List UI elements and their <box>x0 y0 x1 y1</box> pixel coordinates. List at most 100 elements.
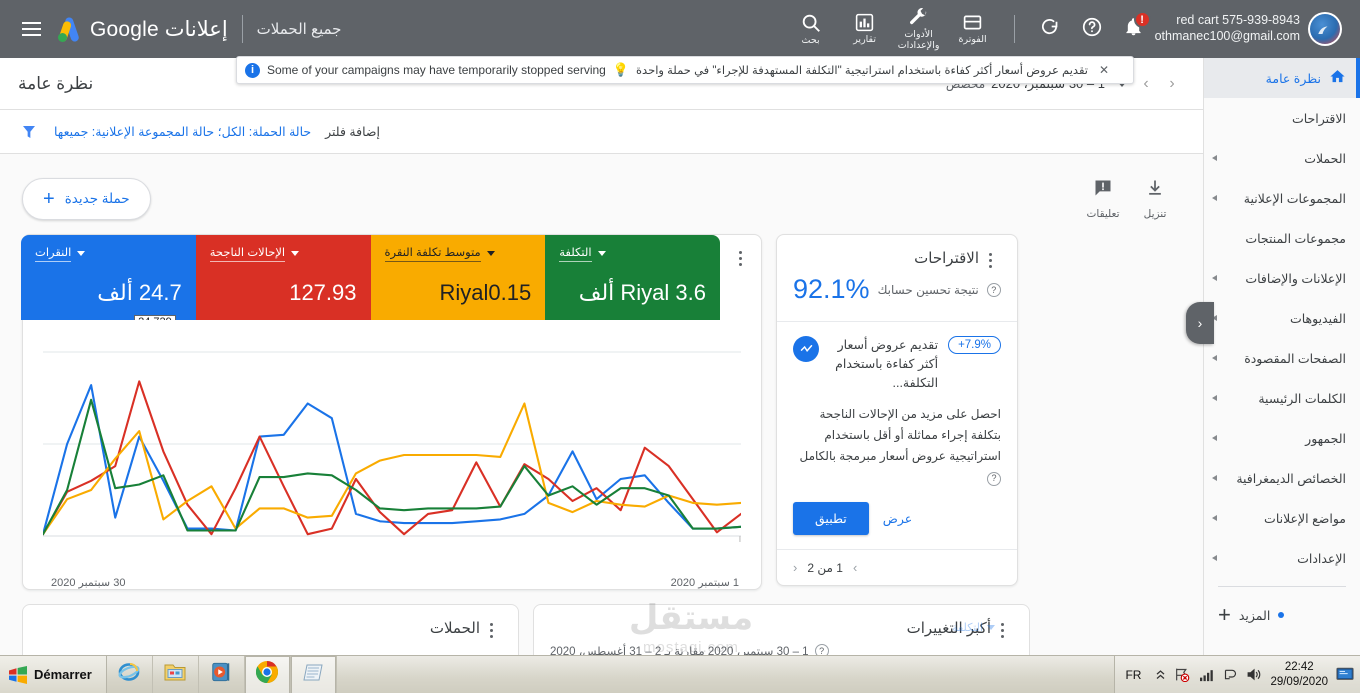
expand-arrow-icon[interactable] <box>1212 475 1217 481</box>
help-question-icon[interactable]: ? <box>986 282 1001 297</box>
comments-button[interactable]: تعليقات <box>1077 178 1129 220</box>
notepad-icon <box>301 661 325 688</box>
search-button[interactable]: بحث <box>784 2 838 56</box>
expand-arrow-icon[interactable] <box>1212 395 1217 401</box>
sidebar-item-2[interactable]: الحملات <box>1204 138 1360 178</box>
signal-bars-icon[interactable] <box>1199 668 1215 682</box>
biggest-changes-metric-selector[interactable]: التكلفة <box>952 621 995 634</box>
expand-arrow-icon[interactable] <box>1212 275 1217 281</box>
apply-button[interactable]: تطبيق <box>793 502 869 536</box>
caret-down-icon[interactable] <box>597 251 606 256</box>
expand-arrow-icon[interactable] <box>1212 195 1217 201</box>
caret-down-icon[interactable] <box>77 251 86 256</box>
sidebar-more-button[interactable]: + المزيد <box>1204 595 1360 635</box>
expand-arrow-icon[interactable] <box>1212 555 1217 561</box>
help-button[interactable] <box>1071 8 1113 50</box>
content-toolbar: + حملة جديدة تعليقات تنزيل <box>0 154 1203 234</box>
suggestion-headline: تقديم عروض أسعار أكثر كفاءة باستخدام الت… <box>835 338 939 390</box>
optimization-score: 92.1% نتيجة تحسين حسابك ? <box>777 268 1017 321</box>
chevron-prev-icon[interactable]: ‹ <box>1159 71 1185 97</box>
sidebar-item-12[interactable]: الإعدادات <box>1204 538 1360 578</box>
brand-title: إعلانات Google <box>90 17 228 41</box>
caret-down-icon[interactable] <box>987 625 995 630</box>
chevrons-up-icon[interactable] <box>1155 668 1166 682</box>
start-button[interactable]: Démarrer <box>0 655 107 693</box>
chevron-next-icon[interactable]: › <box>853 560 857 575</box>
expand-arrow-icon[interactable] <box>1212 515 1217 521</box>
taskbar-file-explorer[interactable] <box>153 655 199 693</box>
display-icon[interactable] <box>1336 667 1354 682</box>
start-button-label: Démarrer <box>34 667 92 682</box>
language-indicator[interactable]: FR <box>1125 668 1141 682</box>
add-filter-button[interactable]: إضافة فلتر <box>325 124 380 139</box>
new-campaign-button[interactable]: + حملة جديدة <box>22 178 151 220</box>
chart-svg <box>43 351 741 542</box>
reports-button[interactable]: تقارير <box>838 2 892 56</box>
more-options-icon[interactable] <box>729 247 751 266</box>
chevron-collapse-icon[interactable]: ‹ <box>1186 302 1214 344</box>
notice-english-text: Some of your campaigns may have temporar… <box>267 63 606 77</box>
expand-arrow-icon[interactable] <box>1212 155 1217 161</box>
chevron-prev-icon[interactable]: ‹ <box>793 560 797 575</box>
caret-down-icon[interactable] <box>291 251 300 256</box>
help-question-icon[interactable]: ? <box>987 472 1001 487</box>
all-campaigns-label[interactable]: جميع الحملات <box>257 20 342 38</box>
x-axis-end-label: 1 سبتمبر 2020 <box>670 577 739 589</box>
sidebar-item-10[interactable]: الخصائص الديمغرافية <box>1204 458 1360 498</box>
wrench-icon <box>908 7 929 28</box>
biggest-changes-metric-label: التكلفة <box>952 622 983 634</box>
search-icon <box>800 12 822 34</box>
sidebar-item-4[interactable]: مجموعات المنتجات <box>1204 218 1360 258</box>
comments-label: تعليقات <box>1086 208 1120 220</box>
kpi-avg-cpc[interactable]: متوسط تكلفة النقرة Riyal0.15 <box>370 235 546 320</box>
expand-arrow-icon[interactable] <box>1212 355 1217 361</box>
active-filters-label[interactable]: حالة الحملة: الكل؛ حالة المجموعة الإعلان… <box>54 124 311 139</box>
kpi-clicks[interactable]: النقرات 24.7 ألف 24,729 <box>21 235 196 320</box>
campaigns-card-title: الحملات <box>429 620 480 637</box>
notice-banner: i Some of your campaigns may have tempor… <box>236 56 1134 84</box>
sidebar-item-3[interactable]: المجموعات الإعلانية <box>1204 178 1360 218</box>
tools-settings-button[interactable]: الأدوات والإعدادات <box>892 2 946 56</box>
chevron-next-icon[interactable]: › <box>1133 71 1159 97</box>
download-button[interactable]: تنزيل <box>1129 178 1181 220</box>
optimization-score-label: نتيجة تحسين حسابك <box>877 282 979 297</box>
sidebar-item-label: الخصائص الديمغرافية <box>1236 471 1346 486</box>
help-question-icon[interactable]: ? <box>814 644 829 655</box>
sidebar-item-7[interactable]: الصفحات المقصودة <box>1204 338 1360 378</box>
media-player-icon <box>210 661 232 688</box>
sidebar-item-9[interactable]: الجمهور <box>1204 418 1360 458</box>
avatar[interactable] <box>1308 12 1342 46</box>
filter-funnel-icon[interactable] <box>18 123 40 141</box>
hamburger-menu-icon[interactable] <box>14 12 48 46</box>
expand-arrow-icon[interactable] <box>1212 435 1217 441</box>
close-x-icon[interactable]: ✕ <box>1095 63 1113 77</box>
refresh-button[interactable] <box>1029 8 1071 50</box>
billing-button[interactable]: الفوترة <box>946 2 1000 56</box>
sidebar-item-label: الاقتراحات <box>1291 111 1346 126</box>
kpi-cost[interactable]: التكلفة Riyal 3.6 ألف <box>545 235 720 320</box>
view-link[interactable]: عرض <box>883 511 912 526</box>
taskbar-notepad[interactable] <box>290 655 337 693</box>
more-options-icon[interactable] <box>979 249 1001 268</box>
kpi-conversions[interactable]: الإحالات الناجحة 127.93 <box>195 235 371 320</box>
security-icon[interactable] <box>1223 667 1238 682</box>
sidebar-item-5[interactable]: الإعلانات والإضافات <box>1204 258 1360 298</box>
notifications-button[interactable]: ! <box>1113 8 1155 50</box>
google-ads-logo-icon <box>54 14 84 44</box>
filter-bar: حالة الحملة: الكل؛ حالة المجموعة الإعلان… <box>0 110 1203 154</box>
sidebar-item-11[interactable]: مواضع الإعلانات <box>1204 498 1360 538</box>
sidebar-item-6[interactable]: الفيديوهات <box>1204 298 1360 338</box>
x-axis-start-label: 30 سبتمبر 2020 <box>51 577 126 589</box>
taskbar-internet-explorer[interactable] <box>107 655 153 693</box>
sidebar-item-0[interactable]: نظرة عامة <box>1204 58 1360 98</box>
account-info[interactable]: red cart 575-939-8943 othmanec100@gmail.… <box>1155 13 1300 44</box>
sidebar-item-8[interactable]: الكلمات الرئيسية <box>1204 378 1360 418</box>
more-options-icon[interactable] <box>480 619 502 638</box>
volume-icon[interactable] <box>1246 667 1262 682</box>
clock[interactable]: 22:42 29/09/2020 <box>1270 660 1328 689</box>
caret-down-icon[interactable] <box>486 251 495 256</box>
network-error-icon[interactable] <box>1174 667 1191 682</box>
taskbar-media-player[interactable] <box>199 655 245 693</box>
taskbar-google-chrome[interactable] <box>244 655 291 693</box>
sidebar-item-1[interactable]: الاقتراحات <box>1204 98 1360 138</box>
